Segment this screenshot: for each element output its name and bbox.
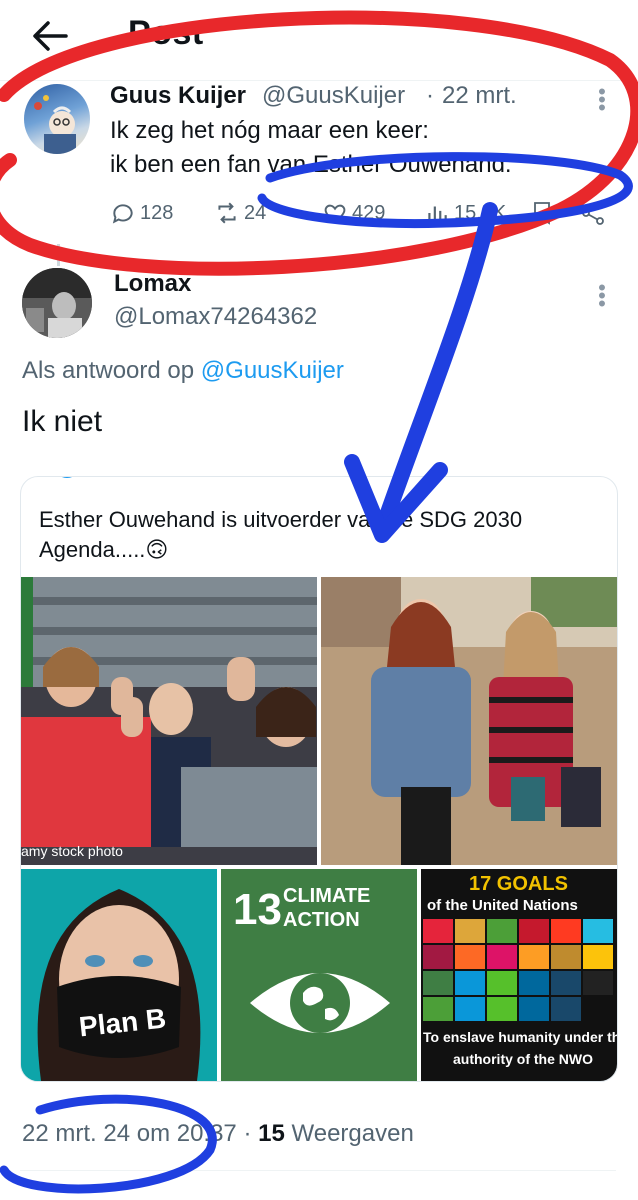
author-name[interactable]: Guus Kuijer bbox=[110, 82, 246, 110]
tweet-text-line1: Ik zeg het nóg maar een keer: bbox=[110, 117, 429, 144]
repost-count: 24 bbox=[244, 201, 267, 224]
reply-context: Als antwoord op @GuusKuijer bbox=[22, 357, 344, 385]
views-button[interactable]: 15,5K bbox=[424, 200, 506, 226]
post-meta: 22 mrt. 24 om 20:37 · 15 Weergaven bbox=[22, 1120, 414, 1148]
goals-grid bbox=[423, 919, 613, 1021]
like-button[interactable]: 429 bbox=[322, 200, 385, 226]
back-button[interactable] bbox=[30, 18, 70, 54]
quote-text-line1: Esther Ouwehand is uitvoerder van de SDG… bbox=[39, 507, 523, 532]
sdg-number: 13 bbox=[233, 885, 282, 934]
repost-icon bbox=[218, 202, 236, 224]
image-plan-b-mask[interactable]: Plan B bbox=[21, 869, 217, 1081]
avatar-lomax[interactable] bbox=[22, 268, 92, 338]
post-datetime[interactable]: 22 mrt. 24 om 20:37 bbox=[22, 1120, 237, 1147]
views-count: 15,5K bbox=[454, 201, 507, 224]
repost-button[interactable]: 24 bbox=[214, 200, 266, 226]
goals-caption-line2: authority of the NWO bbox=[453, 1051, 593, 1067]
header-divider bbox=[0, 80, 638, 81]
reply-count: 128 bbox=[140, 201, 174, 224]
reply-more-options-icon[interactable]: • • • bbox=[598, 277, 606, 315]
views-label: Weergaven bbox=[291, 1120, 414, 1147]
image-protest[interactable]: amy stock photo bbox=[21, 577, 317, 865]
separator-dot: · bbox=[426, 82, 434, 109]
page-title: Post bbox=[128, 14, 204, 52]
avatar-photo bbox=[22, 268, 92, 338]
reply-button[interactable]: 128 bbox=[110, 200, 173, 226]
protest-photo-illustration bbox=[21, 577, 317, 865]
goals-title: 17 GOALS bbox=[469, 873, 568, 895]
footer-divider bbox=[20, 1170, 616, 1171]
bookmark-button[interactable] bbox=[530, 200, 554, 231]
share-icon bbox=[582, 201, 604, 225]
reply-author-name[interactable]: Lomax bbox=[114, 270, 191, 298]
post-meta-separator: · bbox=[243, 1120, 252, 1147]
heart-icon bbox=[324, 204, 346, 223]
portrait-pair-illustration bbox=[321, 577, 617, 865]
reply-icon bbox=[112, 204, 133, 224]
reply-context-prefix: Als antwoord op bbox=[22, 357, 195, 384]
goals-caption-line1: To enslave humanity under the bbox=[423, 1029, 617, 1045]
reply-text: Ik niet bbox=[22, 405, 103, 438]
mask-portrait-illustration bbox=[21, 869, 217, 1081]
image-sdg13[interactable]: 13 CLIMATE ACTION bbox=[221, 869, 417, 1081]
share-button[interactable] bbox=[580, 200, 606, 231]
reply-author-handle[interactable]: @Lomax74264362 bbox=[114, 303, 317, 331]
goals-subtitle: of the United Nations bbox=[427, 897, 578, 914]
arrow-left-icon bbox=[33, 21, 68, 51]
stock-photo-caption: amy stock photo bbox=[21, 843, 123, 859]
image-17-goals[interactable]: 17 GOALS of the United Nations To enslav… bbox=[421, 869, 617, 1081]
quote-avatar-fragment-icon bbox=[62, 477, 72, 478]
avatar-illustration bbox=[34, 95, 76, 154]
more-options-icon[interactable]: • • • bbox=[598, 81, 606, 119]
sdg-title-line1: CLIMATE bbox=[283, 885, 371, 907]
tweet-text-line2: ik ben een fan van Esther Ouwehand. bbox=[110, 151, 512, 178]
analytics-icon bbox=[428, 206, 447, 222]
avatar-guus[interactable] bbox=[24, 84, 90, 154]
eye-globe-icon bbox=[250, 973, 390, 1033]
image-portrait-pair[interactable] bbox=[321, 577, 617, 865]
quote-card[interactable]: Esther Ouwehand is uitvoerder van de SDG… bbox=[20, 476, 618, 1082]
author-handle[interactable]: @GuusKuijer bbox=[262, 82, 405, 110]
views-total: 15 bbox=[258, 1120, 285, 1147]
thread-line bbox=[57, 244, 60, 266]
bookmark-icon bbox=[534, 202, 550, 225]
reply-to-link[interactable]: @GuusKuijer bbox=[201, 357, 344, 384]
sdg-title-line2: ACTION bbox=[283, 909, 360, 931]
tweet-date[interactable]: 22 mrt. bbox=[442, 82, 517, 110]
like-count: 429 bbox=[352, 201, 386, 224]
quote-text-line2: Agenda.....🙃 bbox=[39, 537, 169, 562]
